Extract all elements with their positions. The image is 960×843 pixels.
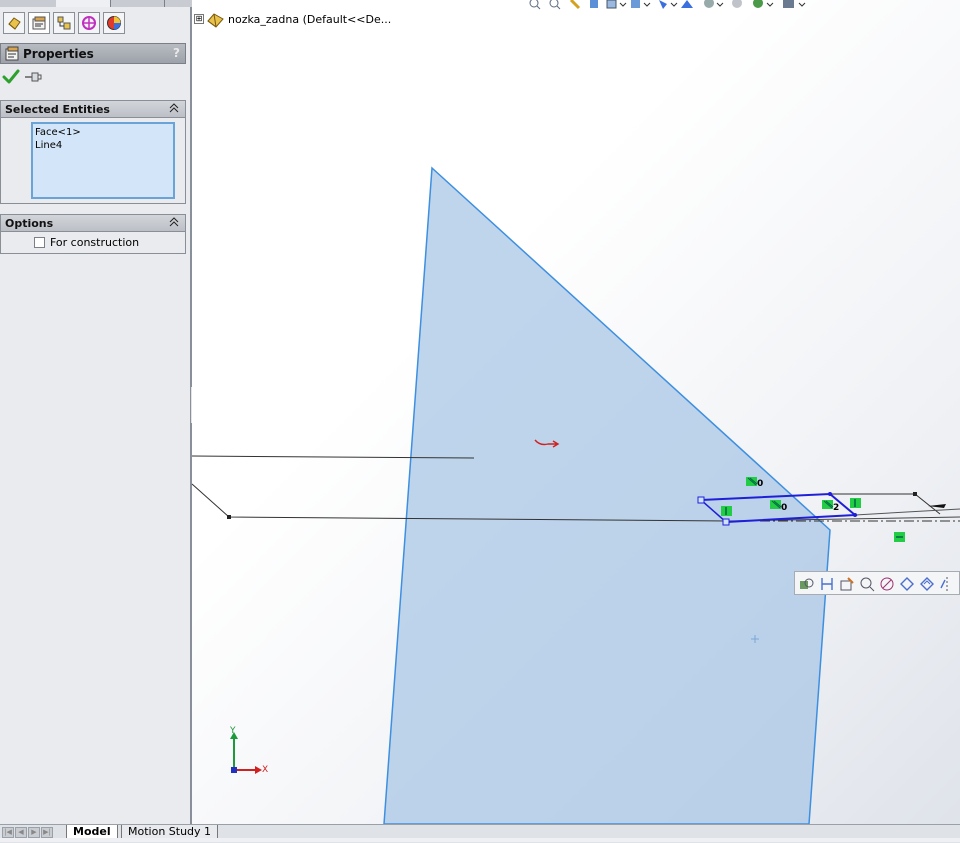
next-tab-button[interactable]: ▶ — [28, 827, 40, 838]
hide-show-icon — [659, 0, 678, 9]
monitor-icon — [783, 0, 806, 8]
add-relation-icon — [800, 578, 814, 589]
model-edge — [854, 508, 960, 516]
zoom-button[interactable] — [859, 576, 875, 592]
sketch-endpoint — [722, 518, 730, 526]
relation-horizontal-icon — [894, 532, 905, 542]
normal-to-icon — [880, 577, 894, 591]
add-relation-button[interactable] — [799, 576, 815, 592]
status-bar — [0, 838, 960, 842]
sketch-endpoint — [828, 492, 832, 496]
context-toolbar — [794, 571, 960, 595]
model-scene[interactable]: 0 0 2 — [0, 0, 960, 824]
x-axis-label: X — [262, 765, 268, 775]
mirror-entities-button[interactable] — [939, 576, 955, 592]
offset-entities-icon — [920, 577, 934, 591]
previous-tab-button[interactable]: ◀ — [15, 827, 27, 838]
selected-face — [383, 166, 831, 824]
dimension-icon — [821, 578, 833, 590]
relation-parallel-icon — [746, 477, 758, 486]
relation-parallel-icon — [822, 500, 834, 509]
relation-label: 0 — [757, 479, 763, 489]
expand-icon[interactable]: ⊞ — [194, 14, 204, 24]
relation-label: 2 — [833, 503, 839, 513]
normal-to-button[interactable] — [879, 576, 895, 592]
vertex — [227, 515, 231, 519]
y-axis-label: Y — [229, 726, 236, 736]
convert-entities-button[interactable] — [899, 576, 915, 592]
previous-view-icon — [569, 0, 581, 10]
part-name-label: nozka_zadna (Default<<De... — [228, 13, 392, 26]
relation-parallel-icon — [770, 500, 782, 509]
zoom-icon — [860, 577, 875, 592]
relation-vertical-icon — [721, 506, 732, 516]
display-style-icon — [631, 0, 651, 8]
last-tab-button[interactable]: ▶| — [41, 827, 53, 838]
view-orientation-icon — [606, 0, 627, 9]
coordinate-triad: Y X — [224, 726, 274, 781]
relation-vertical-icon — [850, 498, 861, 508]
sketch-button[interactable] — [839, 576, 855, 592]
zoom-to-fit-icon — [529, 0, 541, 10]
convert-entities-icon — [900, 577, 914, 591]
sketch-icon — [840, 577, 854, 591]
cosmetic-arrow — [928, 504, 946, 508]
vertex — [913, 492, 917, 496]
smart-dimension-button[interactable] — [819, 576, 835, 592]
edit-appearance-icon — [681, 0, 693, 8]
view-settings-icon — [732, 0, 742, 8]
first-tab-button[interactable]: |◀ — [2, 827, 14, 838]
tab-model[interactable]: Model — [66, 825, 118, 839]
zoom-to-area-icon — [549, 0, 561, 10]
sketch-endpoint — [697, 496, 705, 504]
section-view-icon — [590, 0, 598, 8]
mirror-icon — [940, 577, 948, 591]
realview-icon — [753, 0, 774, 8]
offset-entities-button[interactable] — [919, 576, 935, 592]
sketch-endpoint — [853, 513, 857, 517]
part-icon — [206, 12, 226, 31]
tab-motion-study-1[interactable]: Motion Study 1 — [121, 825, 219, 839]
apply-scene-icon — [704, 0, 724, 8]
relation-label: 0 — [781, 503, 787, 513]
heads-up-view-toolbar — [527, 0, 867, 12]
